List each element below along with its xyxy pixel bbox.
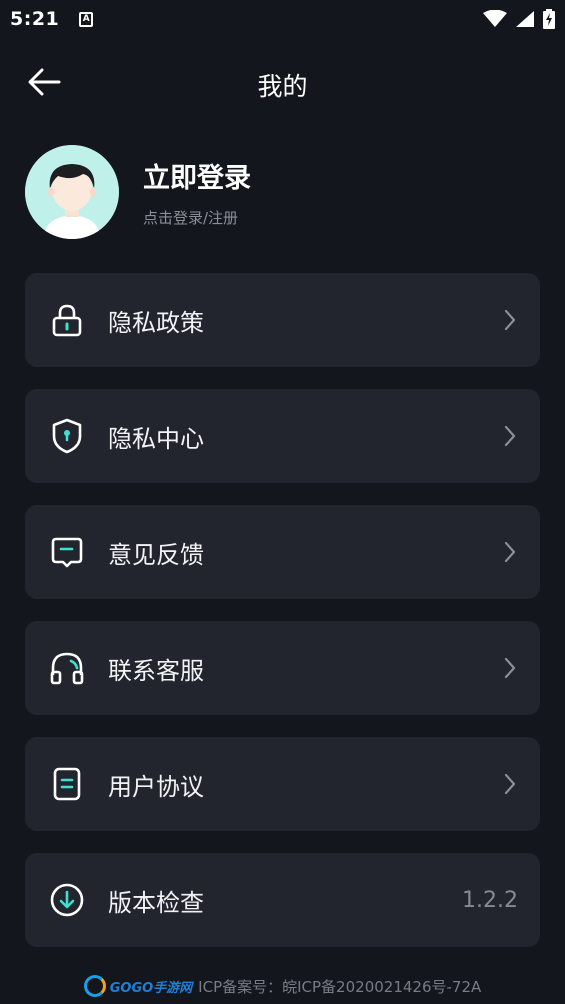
avatar <box>25 145 119 239</box>
menu-item-feedback[interactable]: 意见反馈 <box>25 505 540 599</box>
chevron-right-icon <box>502 540 518 564</box>
menu-item-label: 隐私政策 <box>108 308 204 337</box>
a-notification-icon: A <box>79 11 94 27</box>
lock-icon <box>47 300 87 340</box>
chevron-right-icon <box>502 424 518 448</box>
status-bar: 5:21 A <box>0 0 565 38</box>
icp-record-text[interactable]: ICP备案号：皖ICP备2020021426号-72A <box>198 976 481 997</box>
menu-item-label: 联系客服 <box>108 656 204 685</box>
app-bar: 我的 <box>0 50 565 114</box>
footer: GOGO手游网 ICP备案号：皖ICP备2020021426号-72A <box>0 970 565 1002</box>
login-subtitle: 点击登录/注册 <box>143 209 239 227</box>
signal-icon <box>516 11 534 27</box>
status-time: 5:21 <box>10 8 60 30</box>
headset-icon <box>47 648 87 688</box>
menu-list: 隐私政策 隐私中心 意见反馈 联系客服 用户协议 版本检查 1.2.2 <box>25 273 540 969</box>
page-title: 我的 <box>257 72 308 101</box>
menu-item-label: 版本检查 <box>108 888 204 917</box>
feedback-icon <box>47 532 87 572</box>
watermark-logo: GOGO手游网 <box>83 975 192 997</box>
menu-item-label: 隐私中心 <box>108 424 204 453</box>
menu-item-label: 意见反馈 <box>108 540 204 569</box>
menu-item-user-agreement[interactable]: 用户协议 <box>25 737 540 831</box>
document-icon <box>47 764 87 804</box>
chevron-right-icon <box>502 656 518 680</box>
version-number: 1.2.2 <box>462 887 518 913</box>
menu-item-customer-service[interactable]: 联系客服 <box>25 621 540 715</box>
login-title: 立即登录 <box>143 163 251 194</box>
wifi-icon <box>483 10 507 27</box>
gogo-logo-icon <box>83 975 106 997</box>
status-icons <box>483 9 555 29</box>
battery-charging-icon <box>543 9 555 29</box>
shield-icon <box>47 416 87 456</box>
menu-item-privacy-center[interactable]: 隐私中心 <box>25 389 540 483</box>
menu-item-label: 用户协议 <box>108 772 204 801</box>
default-avatar-icon <box>25 145 119 239</box>
chevron-right-icon <box>502 308 518 332</box>
download-icon <box>47 880 87 920</box>
chevron-right-icon <box>502 772 518 796</box>
menu-item-privacy-policy[interactable]: 隐私政策 <box>25 273 540 367</box>
menu-item-version-check[interactable]: 版本检查 1.2.2 <box>25 853 540 947</box>
login-profile[interactable]: 立即登录 点击登录/注册 <box>25 145 540 239</box>
